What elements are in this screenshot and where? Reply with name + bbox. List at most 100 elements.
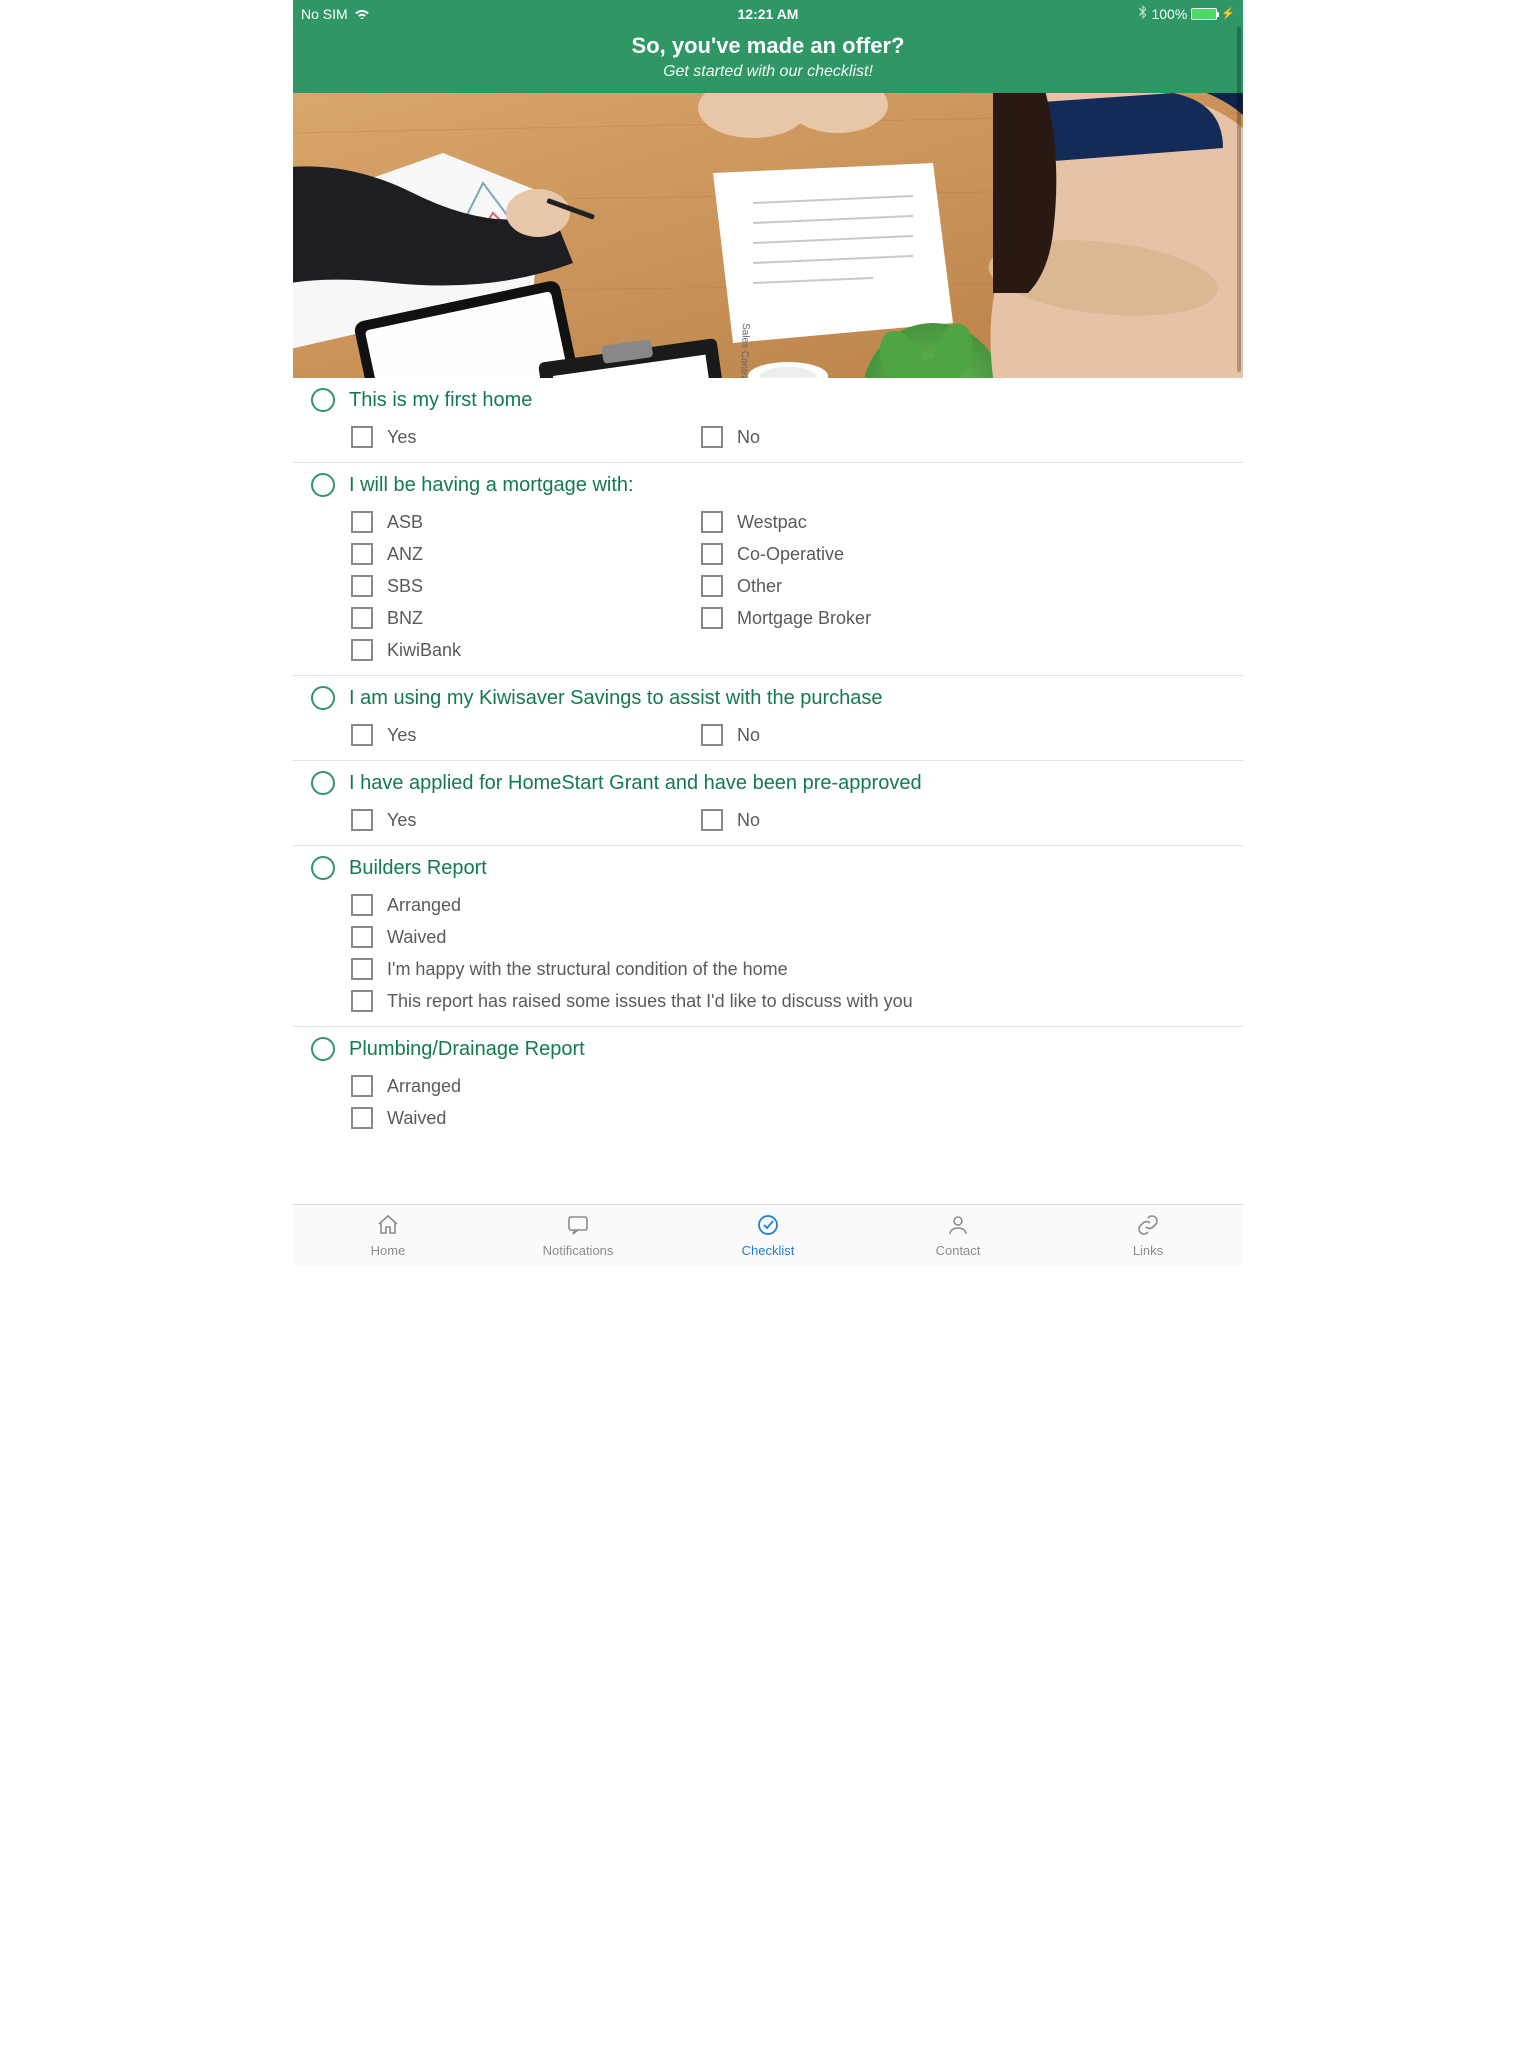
tab-label: Links [1133, 1243, 1163, 1258]
option-row[interactable]: Waived [351, 926, 1231, 948]
tab-label: Home [371, 1243, 406, 1258]
section-options: ASB Westpac ANZCo-OperativeSBSOther BNZ Mort… [311, 511, 1231, 661]
option-row[interactable]: ASB [351, 511, 701, 533]
option-label: KiwiBank [387, 640, 461, 661]
section-status-circle[interactable] [311, 856, 335, 880]
checkbox[interactable] [351, 543, 373, 565]
option-label: This report has raised some issues that … [387, 991, 913, 1012]
section-options: Yes No [311, 724, 1231, 746]
option-row[interactable]: I'm happy with the structural condition … [351, 958, 1231, 980]
checklist-section: Plumbing/Drainage Report Arranged Waived [293, 1027, 1243, 1143]
section-header[interactable]: I will be having a mortgage with: [311, 473, 1231, 497]
contact-icon [946, 1213, 970, 1240]
checkbox[interactable] [701, 607, 723, 629]
section-status-circle[interactable] [311, 686, 335, 710]
section-status-circle[interactable] [311, 473, 335, 497]
option-row[interactable]: SBS [351, 575, 701, 597]
section-header[interactable]: I have applied for HomeStart Grant and h… [311, 771, 1231, 795]
option-label: I'm happy with the structural condition … [387, 959, 788, 980]
checkbox[interactable] [701, 575, 723, 597]
section-status-circle[interactable] [311, 388, 335, 412]
wifi-icon [354, 6, 370, 22]
status-bar: No SIM 12:21 AM 100% ⚡ [293, 0, 1243, 27]
battery-icon [1191, 8, 1217, 20]
section-status-circle[interactable] [311, 1037, 335, 1061]
tab-home[interactable]: Home [293, 1205, 483, 1266]
checkbox[interactable] [351, 1075, 373, 1097]
tab-checklist[interactable]: Checklist [673, 1205, 863, 1266]
option-label: Westpac [737, 512, 807, 533]
option-label: Waived [387, 1108, 446, 1129]
section-header[interactable]: Builders Report [311, 856, 1231, 880]
option-label: Yes [387, 725, 416, 746]
checkbox[interactable] [701, 511, 723, 533]
option-row[interactable]: Yes [351, 809, 701, 831]
carrier-text: No SIM [301, 6, 348, 22]
checkbox[interactable] [351, 990, 373, 1012]
checkbox[interactable] [351, 639, 373, 661]
option-row[interactable]: No [701, 724, 1231, 746]
option-row[interactable]: Waived [351, 1107, 1231, 1129]
checkbox[interactable] [701, 426, 723, 448]
option-label: Yes [387, 810, 416, 831]
checkbox[interactable] [351, 607, 373, 629]
notifications-icon [566, 1213, 590, 1240]
option-row[interactable]: BNZ [351, 607, 701, 629]
checkbox[interactable] [701, 809, 723, 831]
checkbox[interactable] [701, 543, 723, 565]
option-label: No [737, 810, 760, 831]
tab-label: Notifications [543, 1243, 614, 1258]
option-row[interactable]: This report has raised some issues that … [351, 990, 1231, 1012]
checkbox[interactable] [351, 958, 373, 980]
section-title: I have applied for HomeStart Grant and h… [349, 772, 922, 795]
section-options: Arranged Waived [311, 1075, 1231, 1129]
option-row[interactable]: Other [701, 575, 1231, 597]
checkbox[interactable] [351, 894, 373, 916]
option-label: Arranged [387, 1076, 461, 1097]
option-row[interactable]: Arranged [351, 1075, 1231, 1097]
checkbox[interactable] [351, 511, 373, 533]
option-row[interactable]: Westpac [701, 511, 1231, 533]
option-row[interactable]: Arranged [351, 894, 1231, 916]
section-title: This is my first home [349, 389, 532, 412]
checkbox[interactable] [351, 724, 373, 746]
option-row[interactable]: Yes [351, 426, 701, 448]
tab-label: Checklist [742, 1243, 795, 1258]
charging-icon: ⚡ [1221, 7, 1235, 20]
checklist-section: Builders Report Arranged Waived I'm happy w… [293, 846, 1243, 1027]
section-title: Builders Report [349, 857, 487, 880]
option-label: Arranged [387, 895, 461, 916]
option-row[interactable]: Yes [351, 724, 701, 746]
option-row[interactable]: KiwiBank [351, 639, 701, 661]
option-label: BNZ [387, 608, 423, 629]
checkbox[interactable] [351, 926, 373, 948]
checkbox[interactable] [351, 809, 373, 831]
option-label: No [737, 725, 760, 746]
checkbox[interactable] [351, 426, 373, 448]
checkbox[interactable] [351, 575, 373, 597]
section-options: Yes No [311, 426, 1231, 448]
tab-contact[interactable]: Contact [863, 1205, 1053, 1266]
section-header[interactable]: Plumbing/Drainage Report [311, 1037, 1231, 1061]
option-label: No [737, 427, 760, 448]
section-status-circle[interactable] [311, 771, 335, 795]
option-row[interactable]: ANZ [351, 543, 701, 565]
option-row[interactable]: Mortgage Broker [701, 607, 1231, 629]
checkbox[interactable] [351, 1107, 373, 1129]
checklist-section: I will be having a mortgage with: ASB West… [293, 463, 1243, 676]
option-row[interactable]: No [701, 426, 1231, 448]
links-icon [1136, 1213, 1160, 1240]
option-label: Waived [387, 927, 446, 948]
checkbox[interactable] [701, 724, 723, 746]
scroll-indicator [1237, 27, 1241, 372]
tab-links[interactable]: Links [1053, 1205, 1243, 1266]
option-row[interactable]: Co-Operative [701, 543, 1231, 565]
tab-label: Contact [936, 1243, 981, 1258]
section-header[interactable]: I am using my Kiwisaver Savings to assis… [311, 686, 1231, 710]
page-header: So, you've made an offer? Get started wi… [293, 27, 1243, 93]
option-label: Yes [387, 427, 416, 448]
option-row[interactable]: No [701, 809, 1231, 831]
checklist-section: I am using my Kiwisaver Savings to assis… [293, 676, 1243, 761]
tab-notifications[interactable]: Notifications [483, 1205, 673, 1266]
section-header[interactable]: This is my first home [311, 388, 1231, 412]
